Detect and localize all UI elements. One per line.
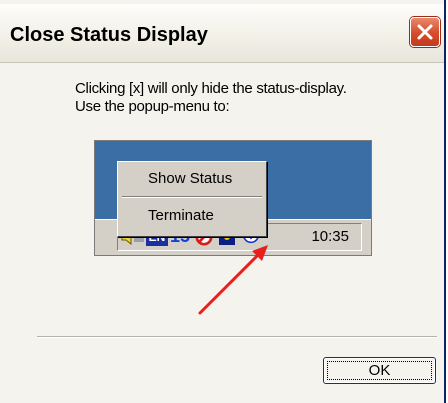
focus-rectangle bbox=[327, 361, 432, 380]
button-area-divider bbox=[37, 336, 437, 337]
popup-menu: Show Status Terminate bbox=[117, 161, 267, 237]
close-button[interactable] bbox=[410, 17, 440, 47]
message-line-2: Use the popup-menu to: bbox=[75, 98, 230, 115]
title-bar[interactable]: Close Status Display bbox=[0, 4, 444, 63]
close-icon bbox=[417, 24, 433, 40]
menu-separator bbox=[122, 196, 262, 198]
menu-item-terminate: Terminate bbox=[148, 207, 214, 224]
message-line-1: Clicking [x] will only hide the status-d… bbox=[75, 80, 347, 97]
dialog-title: Close Status Display bbox=[10, 24, 208, 46]
dialog-window: Close Status Display Clicking [x] will o… bbox=[0, 0, 446, 403]
tray-clock: 10:35 bbox=[311, 228, 349, 245]
menu-item-show-status: Show Status bbox=[148, 170, 233, 187]
pointer-arrow bbox=[198, 245, 268, 315]
ok-button[interactable]: OK bbox=[323, 357, 436, 384]
